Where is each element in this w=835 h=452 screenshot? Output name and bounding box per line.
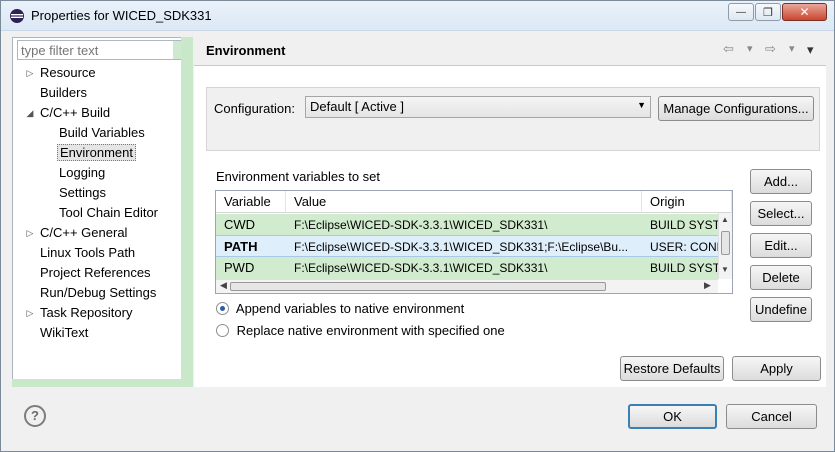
cancel-button[interactable]: Cancel [726, 404, 817, 429]
vertical-scrollbar[interactable]: ▲ ▼ [718, 213, 732, 279]
scroll-right-icon[interactable]: ▶ [704, 280, 711, 291]
dropdown-arrow-icon: ▼ [637, 100, 646, 110]
window-title: Properties for WICED_SDK331 [31, 8, 212, 23]
restore-defaults-button[interactable]: Restore Defaults [620, 356, 724, 381]
forward-menu-icon[interactable]: ▾ [789, 42, 795, 55]
tree-item-project-references[interactable]: Project References [40, 264, 151, 282]
cell-origin: BUILD SYSTEM [650, 218, 718, 232]
replace-option[interactable]: Replace native environment with specifie… [216, 322, 505, 340]
restore-icon: ❐ [763, 6, 773, 19]
append-option-label: Append variables to native environment [235, 301, 465, 316]
title-bar: Properties for WICED_SDK331 — ❐ ✕ [1, 1, 834, 31]
expand-icon[interactable]: ▷ [24, 224, 36, 242]
vertical-scroll-thumb[interactable] [721, 231, 730, 255]
configuration-select[interactable]: Default [ Active ] ▼ [305, 96, 651, 118]
scroll-up-icon[interactable]: ▲ [721, 215, 730, 225]
horizontal-scroll-thumb[interactable] [230, 282, 606, 291]
cell-origin: BUILD SYSTEM [650, 261, 718, 275]
back-menu-icon[interactable]: ▾ [747, 42, 753, 55]
edit-button[interactable]: Edit... [750, 233, 812, 258]
tree-item-cpp-build[interactable]: ◢ C/C++ Build [27, 104, 111, 122]
env-vars-table: Variable Value Origin CWD F:\Eclipse\WIC… [215, 190, 733, 294]
append-radio[interactable] [216, 302, 229, 315]
property-page-tree: ▷ Resource Builders ◢ C/C++ Build Build … [12, 37, 193, 387]
page-title: Environment [206, 43, 286, 58]
add-button[interactable]: Add... [750, 169, 812, 194]
configuration-label: Configuration: [214, 101, 295, 116]
cell-value: F:\Eclipse\WICED-SDK-3.3.1\WICED_SDK331\ [294, 218, 548, 232]
eclipse-icon [10, 9, 24, 23]
tree-item-tool-chain-editor[interactable]: Tool Chain Editor [59, 204, 158, 222]
tree-item-build-variables[interactable]: Build Variables [59, 124, 145, 142]
cell-variable: CWD [224, 217, 256, 232]
cell-value: F:\Eclipse\WICED-SDK-3.3.1\WICED_SDK331\ [294, 261, 548, 275]
replace-option-label: Replace native environment with specifie… [236, 323, 505, 338]
minimize-icon: — [736, 6, 746, 18]
manage-configurations-button[interactable]: Manage Configurations... [658, 96, 814, 121]
panel-accent [12, 379, 193, 387]
delete-button[interactable]: Delete [750, 265, 812, 290]
cell-variable: PATH [224, 239, 258, 254]
minimize-button[interactable]: — [728, 3, 754, 21]
tree-item-environment[interactable]: Environment [57, 144, 136, 162]
tree-item-resource[interactable]: ▷ Resource [27, 64, 96, 82]
cell-origin: USER: CONFIG [650, 240, 718, 254]
select-button[interactable]: Select... [750, 201, 812, 226]
horizontal-scrollbar[interactable]: ◀ ▶ [216, 279, 718, 293]
tree-item-cpp-general[interactable]: ▷ C/C++ General [27, 224, 128, 242]
column-header-origin[interactable]: Origin [642, 191, 732, 213]
scroll-down-icon[interactable]: ▼ [721, 265, 730, 275]
replace-radio[interactable] [216, 324, 229, 337]
page-navigation: ⇦ ▾ ⇨ ▾ ▾ [723, 41, 823, 59]
scroll-left-icon[interactable]: ◀ [220, 280, 227, 291]
tree-item-builders[interactable]: Builders [40, 84, 87, 102]
table-row[interactable]: CWD F:\Eclipse\WICED-SDK-3.3.1\WICED_SDK… [216, 214, 718, 236]
restore-button[interactable]: ❐ [755, 3, 781, 21]
expand-icon[interactable]: ▷ [24, 64, 36, 82]
table-row[interactable]: PWD F:\Eclipse\WICED-SDK-3.3.1\WICED_SDK… [216, 257, 718, 279]
cell-value: F:\Eclipse\WICED-SDK-3.3.1\WICED_SDK331;… [294, 240, 629, 254]
tree-item-linux-tools-path[interactable]: Linux Tools Path [40, 244, 135, 262]
table-row[interactable]: PATH F:\Eclipse\WICED-SDK-3.3.1\WICED_SD… [216, 235, 718, 257]
configuration-value: Default [ Active ] [310, 99, 404, 114]
tree-item-settings[interactable]: Settings [59, 184, 106, 202]
table-header: Variable Value Origin [216, 191, 732, 213]
append-option[interactable]: Append variables to native environment [216, 300, 464, 318]
panel-divider[interactable] [181, 37, 193, 387]
ok-button[interactable]: OK [628, 404, 717, 429]
tree-item-wikitext[interactable]: WikiText [40, 324, 88, 342]
tree-item-run-debug-settings[interactable]: Run/Debug Settings [40, 284, 156, 302]
tree-item-logging[interactable]: Logging [59, 164, 105, 182]
filter-input[interactable] [17, 40, 182, 60]
close-button[interactable]: ✕ [782, 3, 827, 21]
view-menu-icon[interactable]: ▾ [807, 42, 814, 58]
help-icon[interactable]: ? [24, 405, 46, 427]
collapse-icon[interactable]: ◢ [24, 104, 36, 122]
back-arrow-icon[interactable]: ⇦ [723, 41, 734, 57]
properties-dialog: Properties for WICED_SDK331 — ❐ ✕ ▷ Reso… [0, 0, 835, 452]
forward-arrow-icon[interactable]: ⇨ [765, 41, 776, 57]
undefine-button[interactable]: Undefine [750, 297, 812, 322]
expand-icon[interactable]: ▷ [24, 304, 36, 322]
env-vars-label: Environment variables to set [216, 169, 381, 184]
close-icon: ✕ [799, 5, 810, 19]
tree-item-task-repository[interactable]: ▷ Task Repository [27, 304, 133, 322]
column-header-value[interactable]: Value [286, 191, 642, 213]
apply-button[interactable]: Apply [732, 356, 821, 381]
column-header-variable[interactable]: Variable [216, 191, 286, 213]
cell-variable: PWD [224, 260, 255, 275]
